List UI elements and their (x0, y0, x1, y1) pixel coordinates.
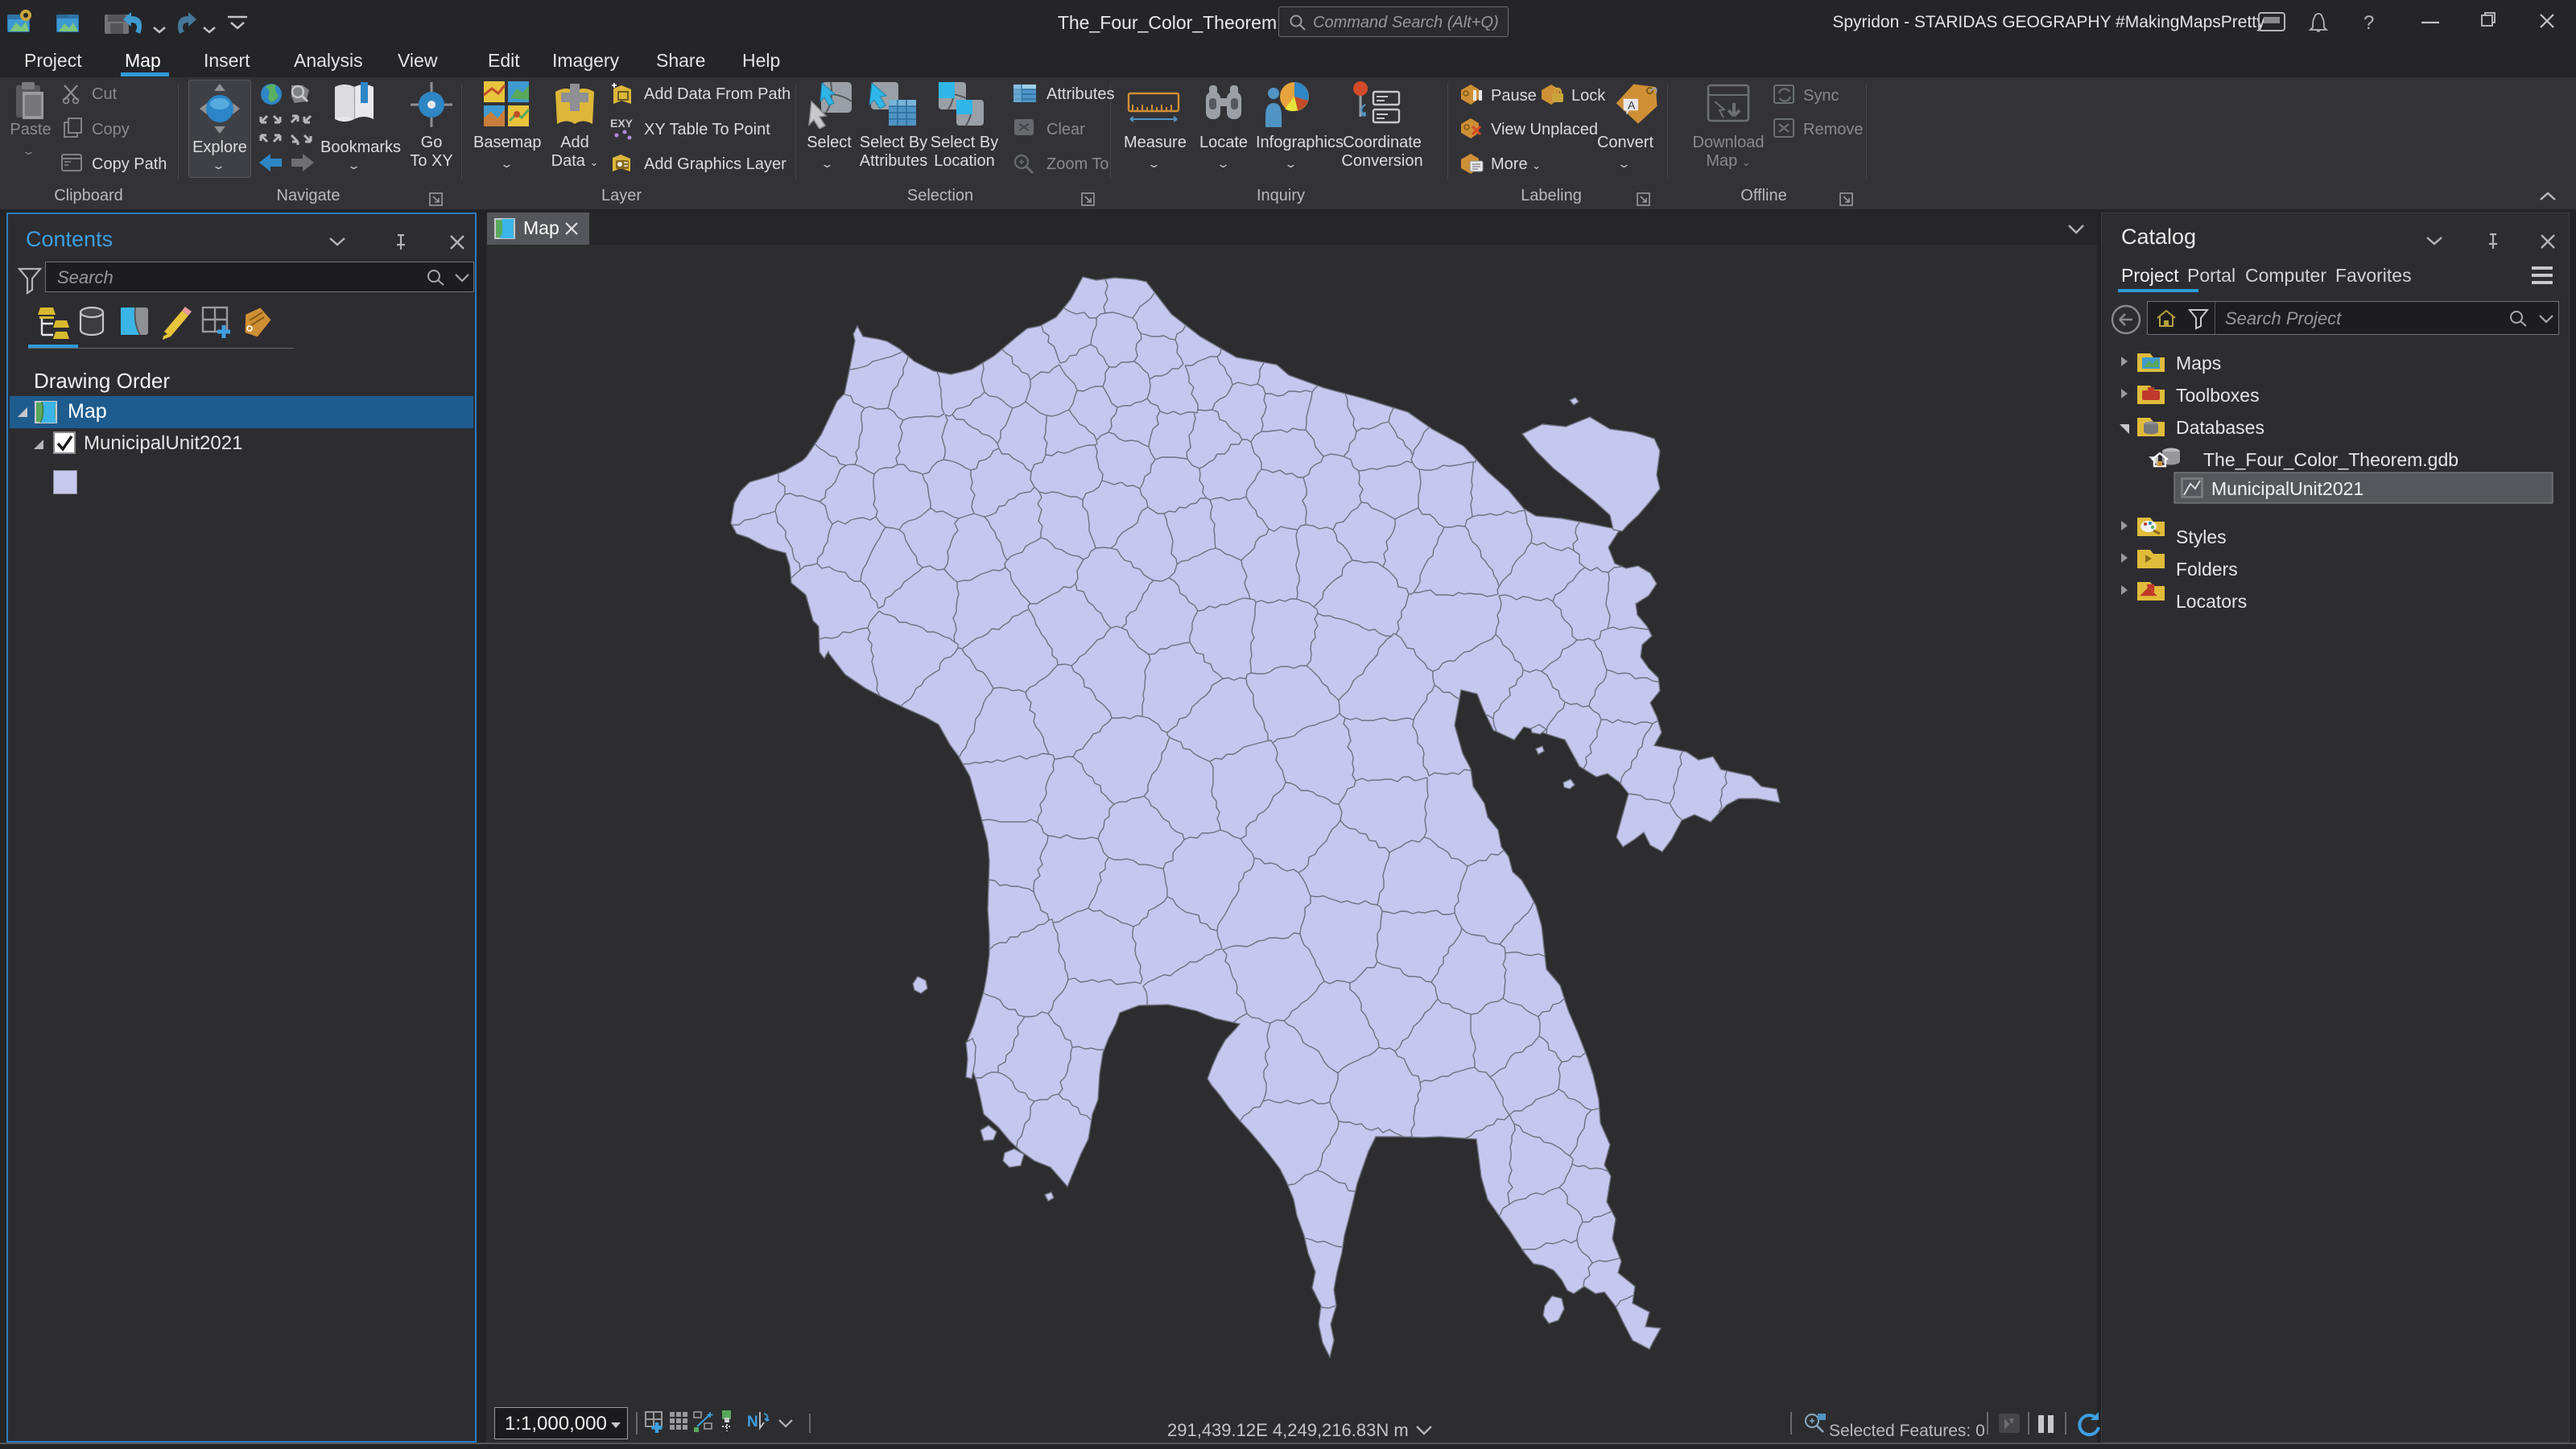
svg-text:MunicipalUnit2021: MunicipalUnit2021 (2211, 478, 2363, 499)
svg-text:Styles: Styles (2176, 526, 2227, 547)
svg-text:EXY: EXY (610, 117, 634, 130)
svg-text:N: N (747, 1414, 758, 1430)
svg-text:?: ? (2363, 12, 2374, 34)
svg-text:The_Four_Color_Theorem.gdb: The_Four_Color_Theorem.gdb (2203, 449, 2458, 470)
svg-text:A: A (1628, 99, 1636, 111)
svg-text:Toolboxes: Toolboxes (2176, 385, 2260, 406)
svg-text:Locators: Locators (2176, 591, 2247, 612)
svg-text:Maps: Maps (2176, 353, 2221, 374)
svg-text:Folders: Folders (2176, 559, 2238, 580)
svg-text:Databases: Databases (2176, 417, 2264, 438)
